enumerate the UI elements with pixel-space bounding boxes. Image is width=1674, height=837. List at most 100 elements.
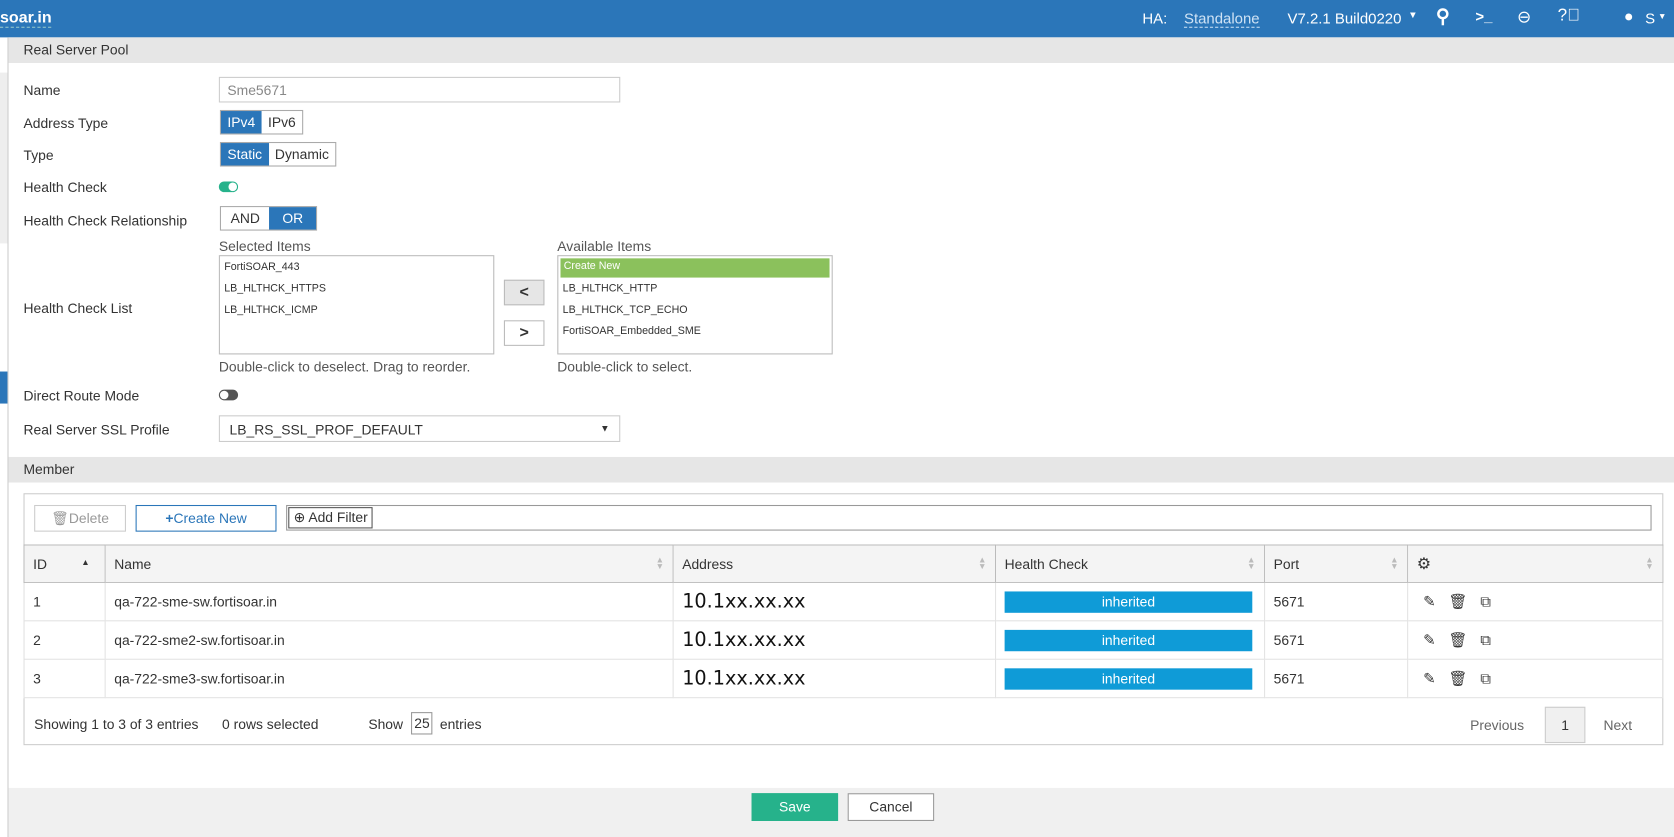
help-icon[interactable]: ?⃝ xyxy=(1558,6,1580,25)
show-label: Show xyxy=(368,716,403,732)
sort-icon: ▲▼ xyxy=(1645,557,1653,570)
cell-port: 5671 xyxy=(1265,621,1408,659)
chevron-right-icon: > xyxy=(520,323,529,341)
health-check-label: Health Check xyxy=(23,179,106,195)
cell-id: 1 xyxy=(24,582,105,620)
cell-name: qa-722-sme2-sw.fortisoar.in xyxy=(105,621,673,659)
caret-down-icon: ▼ xyxy=(600,423,610,434)
page-1-button[interactable]: 1 xyxy=(1545,707,1586,743)
chevron-down-icon: ▼ xyxy=(1408,10,1418,21)
static-option[interactable]: Static xyxy=(221,143,269,165)
column-header-port[interactable]: Port▲▼ xyxy=(1265,545,1408,582)
member-title: Member xyxy=(23,461,74,477)
clone-icon[interactable]: ⧉ xyxy=(1480,669,1491,686)
column-header-health-check[interactable]: Health Check▲▼ xyxy=(996,545,1265,582)
back-circle-icon[interactable]: ⊖ xyxy=(1517,6,1531,27)
trash-icon[interactable]: 🗑 xyxy=(1448,593,1467,610)
available-hint: Double-click to select. xyxy=(557,359,692,375)
create-new-button[interactable]: +Create New xyxy=(136,505,277,532)
table-row[interactable]: 3 qa-722-sme3-sw.fortisoar.in 10.1xx.xx.… xyxy=(24,659,1663,697)
cell-address: 10.1xx.xx.xx xyxy=(673,659,995,697)
add-filter-button[interactable]: ⊕ Add Filter xyxy=(288,507,373,528)
table-row[interactable]: 1 qa-722-sme-sw.fortisoar.in 10.1xx.xx.x… xyxy=(24,582,1663,620)
direct-route-toggle[interactable] xyxy=(219,390,238,401)
trash-icon[interactable]: 🗑 xyxy=(1448,669,1467,686)
direct-route-label: Direct Route Mode xyxy=(23,388,139,404)
column-header-id[interactable]: ID▲ xyxy=(24,545,105,582)
health-badge: inherited xyxy=(1005,591,1253,612)
dynamic-option[interactable]: Dynamic xyxy=(269,143,336,165)
ssl-profile-value: LB_RS_SSL_PROF_DEFAULT xyxy=(230,422,423,438)
health-badge: inherited xyxy=(1005,629,1253,650)
selected-items-list[interactable]: FortiSOAR_443 LB_HLTHCK_HTTPS LB_HLTHCK_… xyxy=(219,255,494,354)
next-button[interactable]: Next xyxy=(1604,717,1633,733)
cell-address: 10.1xx.xx.xx xyxy=(673,621,995,659)
trash-icon[interactable]: 🗑 xyxy=(1448,631,1467,648)
ipv4-option[interactable]: IPv4 xyxy=(221,111,262,133)
name-input[interactable] xyxy=(219,77,620,103)
type-toggle: Static Dynamic xyxy=(220,142,336,167)
user-menu[interactable]: S xyxy=(1645,10,1655,27)
trash-icon: 🗑 xyxy=(51,510,69,526)
list-item[interactable]: LB_HLTHCK_ICMP xyxy=(220,301,493,322)
health-check-toggle[interactable] xyxy=(219,181,238,192)
member-section-header: Member xyxy=(9,457,1674,483)
clone-icon[interactable]: ⧉ xyxy=(1480,593,1491,610)
column-header-actions[interactable]: ⚙▲▼ xyxy=(1408,545,1663,582)
and-option[interactable]: AND xyxy=(221,207,270,229)
relationship-toggle: AND OR xyxy=(220,206,317,231)
address-type-label: Address Type xyxy=(23,115,108,131)
search-icon[interactable]: ⚲ xyxy=(1436,5,1450,27)
list-item-create-new[interactable]: Create New xyxy=(560,258,829,277)
previous-button[interactable]: Previous xyxy=(1470,717,1524,733)
section-header: Real Server Pool xyxy=(9,37,1674,63)
column-header-address[interactable]: Address▲▼ xyxy=(673,545,995,582)
filter-bar[interactable]: ⊕ Add Filter xyxy=(286,505,1651,531)
table-row[interactable]: 2 qa-722-sme2-sw.fortisoar.in 10.1xx.xx.… xyxy=(24,621,1663,659)
cli-console-icon[interactable]: >_ xyxy=(1475,7,1492,24)
list-item[interactable]: LB_HLTHCK_HTTPS xyxy=(220,280,493,301)
ipv6-option[interactable]: IPv6 xyxy=(262,111,303,133)
rows-selected-text: 0 rows selected xyxy=(222,716,318,732)
version-dropdown[interactable]: V7.2.1 Build0220 xyxy=(1288,10,1402,27)
or-option[interactable]: OR xyxy=(270,207,316,229)
cancel-button[interactable]: Cancel xyxy=(848,793,934,821)
list-item[interactable]: FortiSOAR_Embedded_SME xyxy=(558,322,831,343)
cell-id: 3 xyxy=(24,659,105,697)
sidebar-divider xyxy=(7,37,8,837)
address-type-toggle: IPv4 IPv6 xyxy=(220,110,303,135)
list-item[interactable]: LB_HLTHCK_TCP_ECHO xyxy=(558,301,831,322)
edit-icon[interactable]: ✎ xyxy=(1423,631,1436,648)
column-header-name[interactable]: Name▲▼ xyxy=(105,545,673,582)
member-table: ID▲ Name▲▼ Address▲▼ Health Check▲▼ Port… xyxy=(23,544,1663,698)
move-left-button[interactable]: < xyxy=(504,280,545,306)
sidebar-strip xyxy=(0,73,7,244)
table-header-row: ID▲ Name▲▼ Address▲▼ Health Check▲▼ Port… xyxy=(24,545,1663,582)
brand-link[interactable]: soar.in xyxy=(0,9,52,28)
move-right-button[interactable]: > xyxy=(504,320,545,346)
list-item[interactable]: FortiSOAR_443 xyxy=(220,258,493,279)
selected-items-title: Selected Items xyxy=(219,238,311,254)
cell-address: 10.1xx.xx.xx xyxy=(673,582,995,620)
type-label: Type xyxy=(23,147,53,163)
plus-circle-icon: ⊕ xyxy=(294,509,306,525)
ssl-profile-label: Real Server SSL Profile xyxy=(23,422,169,438)
delete-button[interactable]: 🗑Delete xyxy=(34,505,126,532)
cell-name: qa-722-sme3-sw.fortisoar.in xyxy=(105,659,673,697)
page-size-input[interactable]: 25 xyxy=(411,712,433,734)
entries-label: entries xyxy=(440,716,482,732)
showing-entries-text: Showing 1 to 3 of 3 entries xyxy=(34,716,198,732)
ha-status-link[interactable]: Standalone xyxy=(1184,10,1260,28)
edit-icon[interactable]: ✎ xyxy=(1423,593,1436,610)
selected-hint: Double-click to deselect. Drag to reorde… xyxy=(219,359,470,375)
available-items-list[interactable]: Create New LB_HLTHCK_HTTP LB_HLTHCK_TCP_… xyxy=(557,255,832,354)
clone-icon[interactable]: ⧉ xyxy=(1480,631,1491,648)
name-label: Name xyxy=(23,82,60,98)
list-item[interactable]: LB_HLTHCK_HTTP xyxy=(558,280,831,301)
cell-port: 5671 xyxy=(1265,659,1408,697)
sort-asc-icon: ▲ xyxy=(81,557,89,567)
ssl-profile-select[interactable]: LB_RS_SSL_PROF_DEFAULT ▼ xyxy=(219,415,620,442)
user-icon[interactable]: ● xyxy=(1624,7,1634,25)
edit-icon[interactable]: ✎ xyxy=(1423,669,1436,686)
save-button[interactable]: Save xyxy=(752,793,838,821)
